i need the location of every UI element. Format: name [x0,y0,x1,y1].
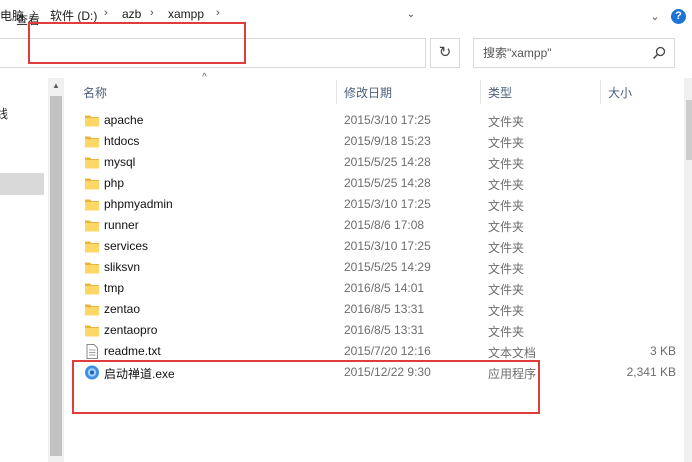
file-row[interactable]: mysql 2015/5/25 14:28 文件夹 [72,152,682,173]
folder-icon [85,220,99,232]
scroll-up-icon[interactable]: ▲ [48,80,64,92]
folder-icon [85,283,99,295]
file-type: 文件夹 [488,136,525,150]
folder-icon [85,178,99,190]
file-name: zentaopro [104,323,158,337]
file-type: 文件夹 [488,262,525,276]
file-date: 2015/3/10 17:25 [344,113,431,127]
file-name: htdocs [104,134,140,148]
search-box[interactable] [473,38,675,68]
file-date: 2015/5/25 14:29 [344,260,431,274]
column-header-size[interactable]: 大小 [608,84,632,101]
file-row[interactable]: php 2015/5/25 14:28 文件夹 [72,173,682,194]
column-divider[interactable] [336,80,337,104]
text-file-icon [86,344,98,359]
annotation-box-address [28,22,246,64]
file-date: 2015/5/25 14:28 [344,155,431,169]
breadcrumb-separator[interactable]: › [150,7,154,19]
folder-icon [85,136,99,148]
column-divider[interactable] [480,80,481,104]
annotation-box-exe [72,360,540,414]
file-row[interactable]: phpmyadmin 2015/3/10 17:25 文件夹 [72,194,682,215]
folder-icon [85,262,99,274]
file-date: 2015/9/18 15:23 [344,134,431,148]
breadcrumb-separator[interactable]: › [32,7,36,19]
file-name: apache [104,113,144,127]
file-name: runner [104,218,139,232]
file-type: 文本文档 [488,346,537,360]
help-icon[interactable]: ? [671,9,686,24]
file-row[interactable]: services 2015/3/10 17:25 文件夹 [72,236,682,257]
file-row[interactable]: htdocs 2015/9/18 15:23 文件夹 [72,131,682,152]
sort-ascending-icon: ^ [202,72,207,83]
column-divider[interactable] [600,80,601,104]
file-type: 文件夹 [488,178,525,192]
file-name: sliksvn [104,260,141,274]
chevron-down-icon[interactable]: ⌄ [648,10,662,24]
folder-icon [85,241,99,253]
file-row[interactable]: runner 2015/8/6 17:08 文件夹 [72,215,682,236]
search-icon[interactable] [652,46,666,60]
breadcrumb-xampp[interactable]: xampp [168,7,204,21]
file-size: 3 KB [649,344,676,358]
breadcrumb-this-pc[interactable]: 电脑 [0,7,24,24]
navigation-pane [0,78,46,462]
column-header-name[interactable]: 名称 [83,84,107,101]
search-input[interactable] [474,39,653,67]
file-name: readme.txt [104,344,161,358]
nav-item-selected[interactable] [0,173,44,195]
file-row[interactable]: readme.txt 2015/7/20 12:16 文本文档 3 KB [72,341,682,362]
folder-icon [85,199,99,211]
file-size: 2,341 KB [626,365,676,379]
folder-icon [85,304,99,316]
file-date: 2016/8/5 13:31 [344,302,425,316]
file-name: tmp [104,281,125,295]
file-row[interactable]: apache 2015/3/10 17:25 文件夹 [72,110,682,131]
nav-scrollbar-thumb[interactable] [50,96,62,456]
file-name: mysql [104,155,136,169]
content-scrollbar-thumb[interactable] [686,100,692,160]
nav-item-label[interactable]: 线 [0,105,8,122]
file-row[interactable]: zentaopro 2016/8/5 13:31 文件夹 [72,320,682,341]
file-row[interactable]: sliksvn 2015/5/25 14:29 文件夹 [72,257,682,278]
file-type: 文件夹 [488,157,525,171]
file-date: 2015/7/20 12:16 [344,344,431,358]
folder-icon [85,325,99,337]
breadcrumb-separator[interactable]: › [104,7,108,19]
file-type: 文件夹 [488,241,525,255]
file-name: php [104,176,125,190]
refresh-icon[interactable]: ↻ [430,38,460,68]
file-type: 文件夹 [488,304,525,318]
file-date: 2015/3/10 17:25 [344,239,431,253]
file-type: 文件夹 [488,220,525,234]
file-name: zentao [104,302,141,316]
file-row[interactable]: zentao 2016/8/5 13:31 文件夹 [72,299,682,320]
file-name: phpmyadmin [104,197,173,211]
folder-icon [85,115,99,127]
file-date: 2015/5/25 14:28 [344,176,431,190]
file-date: 2016/8/5 13:31 [344,323,425,337]
breadcrumb-separator[interactable]: › [216,7,220,19]
folder-icon [85,157,99,169]
file-date: 2015/3/10 17:25 [344,197,431,211]
column-header-type[interactable]: 类型 [488,84,512,101]
file-type: 文件夹 [488,283,525,297]
file-type: 文件夹 [488,115,525,129]
file-row[interactable]: tmp 2016/8/5 14:01 文件夹 [72,278,682,299]
file-date: 2015/8/6 17:08 [344,218,425,232]
file-type: 文件夹 [488,199,525,213]
address-dropdown-icon[interactable]: ⌄ [404,8,418,22]
file-name: services [104,239,149,253]
column-header-date[interactable]: 修改日期 [344,84,392,101]
breadcrumb-azb[interactable]: azb [122,7,141,21]
file-type: 文件夹 [488,325,525,339]
file-date: 2016/8/5 14:01 [344,281,425,295]
